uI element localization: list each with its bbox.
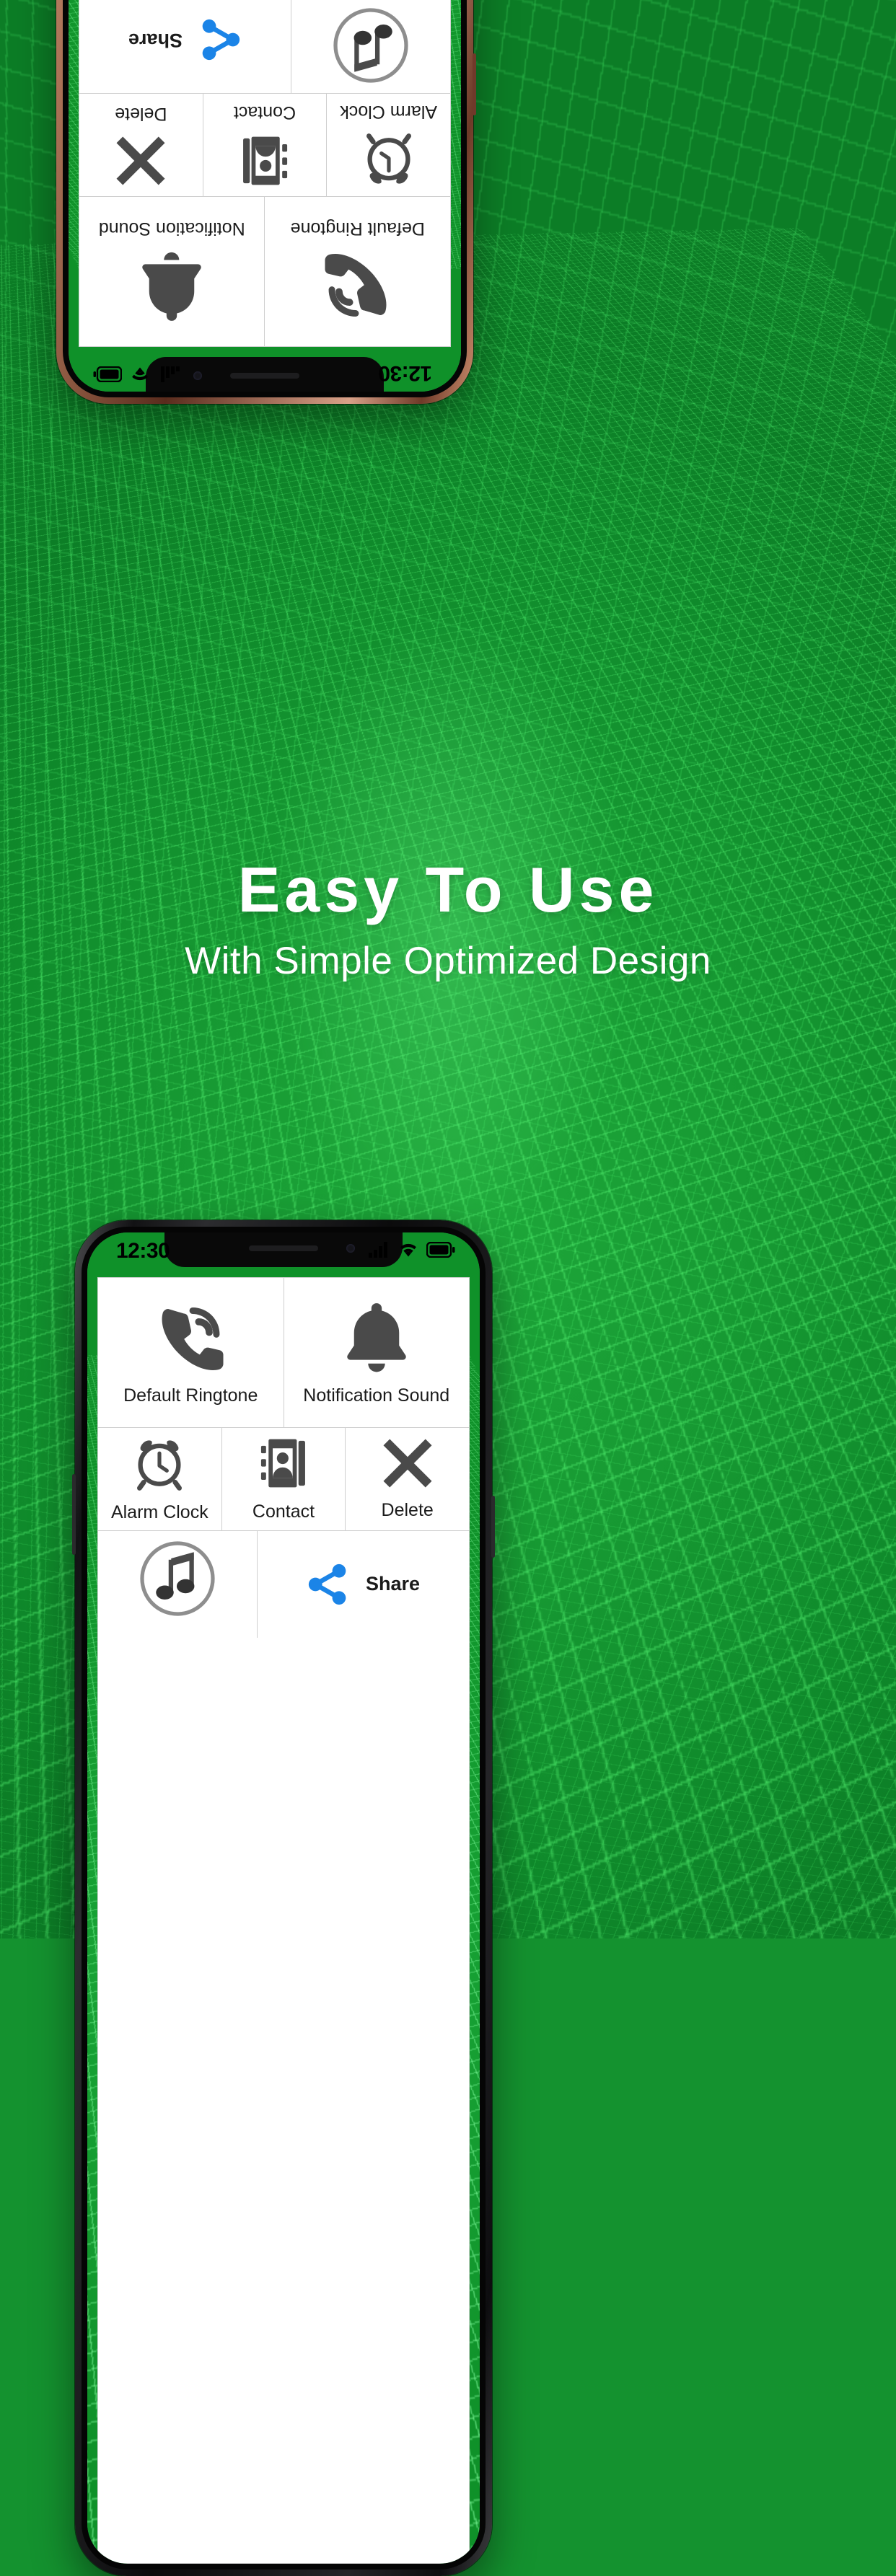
tile-row-3: Share [98, 1531, 469, 1638]
share-icon [307, 1563, 350, 1605]
tile-label: Contact [233, 102, 297, 123]
tile-alarm-clock[interactable]: Alarm Clock [98, 1428, 222, 1530]
phone-ringing-icon [153, 1300, 228, 1375]
wifi-icon [398, 1242, 418, 1261]
tile-delete[interactable]: Delete [79, 94, 203, 196]
tile-music[interactable] [98, 1531, 258, 1638]
promo-copy-block: Easy To Use With Simple Optimized Design [0, 858, 896, 982]
battery-icon [93, 363, 123, 383]
tile-label: Notification Sound [303, 1385, 450, 1406]
tile-label: Default Ringtone [123, 1385, 258, 1406]
tile-label: Alarm Clock [110, 1502, 208, 1523]
tile-row-1: Default Ringtone Notification Sound [98, 1278, 469, 1428]
bottom-phone-status-bar: 12:30 [87, 1232, 480, 1267]
top-phone: 12:30 Default Ringtone Notification Soun… [53, 0, 476, 404]
app-tile-grid: Default Ringtone Notification Sound Alar… [97, 1277, 470, 2564]
tile-row-2: Alarm Clock Contact Delete [79, 93, 450, 196]
tile-label: Delete [115, 103, 167, 124]
tile-row-2: Alarm Clock Contact Delete [98, 1428, 470, 1531]
battery-icon [426, 1241, 455, 1261]
page-subtitle: With Simple Optimized Design [185, 940, 711, 982]
tile-label: Share [128, 29, 183, 51]
bottom-phone: 12:30 Default Ringtone Notification Soun… [72, 1220, 495, 2576]
bottom-phone-power-button[interactable] [491, 1496, 495, 1558]
wifi-icon [130, 363, 150, 383]
bottom-phone-volume-button[interactable] [72, 1474, 76, 1555]
close-x-icon [115, 135, 167, 187]
status-icons [369, 1241, 455, 1261]
contact-book-icon [257, 1436, 310, 1491]
tile-row-1: Default Ringtone Notification Sound [79, 196, 450, 346]
alarm-clock-icon [362, 133, 416, 189]
tile-share[interactable]: Share [258, 1531, 469, 1638]
app-tile-grid: Default Ringtone Notification Sound Alar… [79, 0, 451, 347]
share-icon [198, 19, 242, 61]
tile-default-ringtone[interactable]: Default Ringtone [264, 197, 450, 346]
bell-icon [136, 250, 208, 325]
close-x-icon [382, 1437, 434, 1489]
tile-contact[interactable]: Contact [202, 94, 327, 196]
music-note-circle-icon [330, 5, 411, 86]
status-icons [93, 363, 180, 383]
tile-label: Contact [252, 1501, 315, 1522]
tile-contact[interactable]: Contact [221, 1428, 346, 1530]
alarm-clock-icon [133, 1435, 186, 1491]
status-time: 12:30 [116, 1239, 170, 1263]
status-time: 12:30 [378, 361, 432, 385]
contact-book-icon [238, 133, 291, 188]
tile-label: Share [365, 1573, 421, 1595]
phone-ringing-icon [320, 250, 395, 325]
tile-notification-sound[interactable]: Notification Sound [79, 197, 265, 346]
tile-default-ringtone[interactable]: Default Ringtone [98, 1278, 284, 1427]
tile-label: Alarm Clock [340, 101, 438, 122]
tile-share[interactable]: Share [79, 0, 291, 93]
music-note-circle-icon [137, 1538, 218, 1619]
tile-row-3: Share [79, 0, 450, 93]
bottom-phone-screen: 12:30 Default Ringtone Notification Soun… [87, 1232, 480, 2564]
page-title: Easy To Use [237, 854, 659, 925]
tile-label: Default Ringtone [290, 219, 425, 239]
top-phone-volume-button[interactable] [473, 53, 476, 115]
tile-alarm-clock[interactable]: Alarm Clock [326, 94, 450, 196]
tile-label: Delete [381, 1500, 434, 1521]
tile-music[interactable] [290, 0, 450, 93]
signal-icon [369, 1241, 390, 1261]
tile-label: Notification Sound [98, 219, 245, 239]
bell-icon [341, 1300, 413, 1375]
signal-icon [158, 363, 180, 383]
top-phone-power-button[interactable] [53, 7, 57, 94]
tile-delete[interactable]: Delete [346, 1428, 470, 1530]
top-phone-status-bar: 12:30 [69, 357, 461, 392]
tile-notification-sound[interactable]: Notification Sound [284, 1278, 469, 1427]
top-phone-screen: 12:30 Default Ringtone Notification Soun… [69, 0, 461, 392]
